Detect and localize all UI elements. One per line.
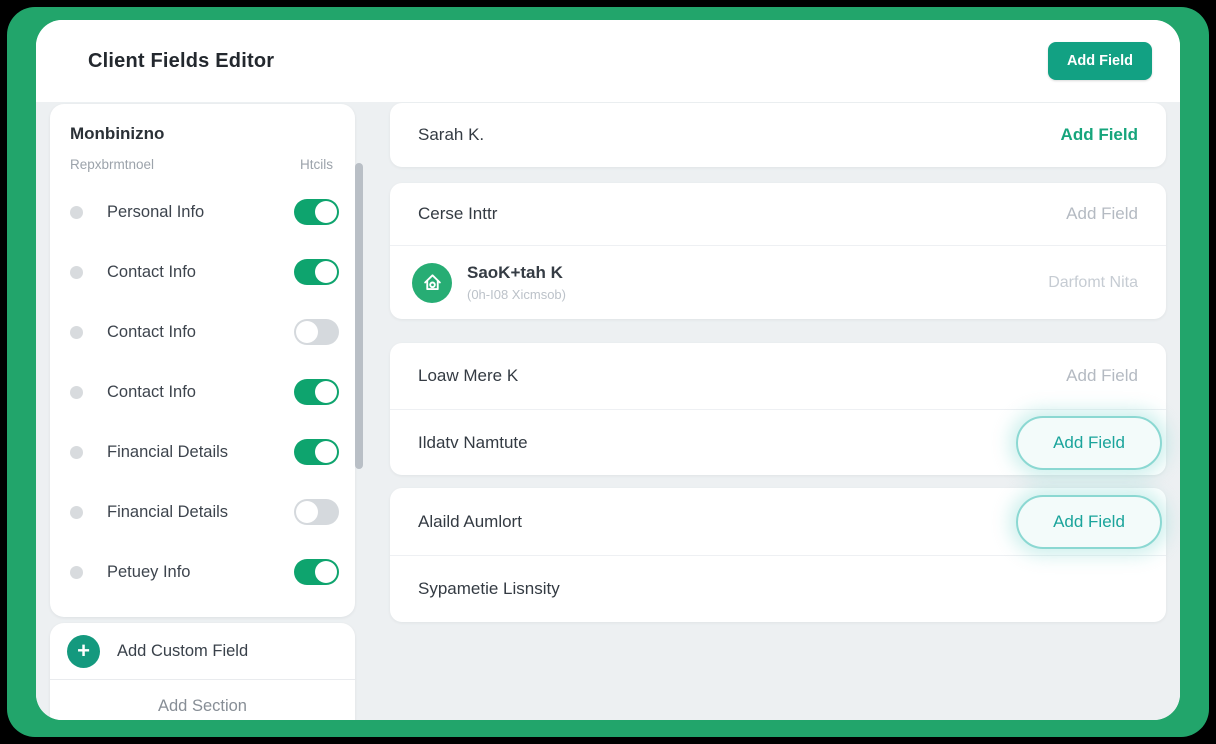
sections-panel: Monbinizno Repxbrmtnoel Htcils Personal …: [50, 104, 355, 617]
toggle-contact-info-2[interactable]: [294, 319, 339, 345]
field-label-group: SaoK+tah K (0h-I08 Xicmsob): [467, 263, 1048, 302]
field-row: Cerse Inttr Add Field: [390, 183, 1166, 245]
drag-handle-icon[interactable]: [70, 206, 83, 219]
sidebar-item-contact-info[interactable]: Contact Info: [70, 302, 339, 362]
drag-handle-icon[interactable]: [70, 326, 83, 339]
field-label: Ildatv Namtute: [418, 433, 1016, 453]
add-field-button[interactable]: Add Field: [1048, 42, 1152, 80]
field-row: Ildatv Namtute Add Field: [390, 409, 1166, 475]
field-label: Loaw Mere K: [418, 366, 1066, 386]
sidebar-item-label: Contact Info: [107, 383, 294, 402]
field-card: Loaw Mere K Add Field Ildatv Namtute Add…: [390, 343, 1166, 475]
drag-handle-icon[interactable]: [70, 446, 83, 459]
sidebar-scrollbar[interactable]: [355, 163, 363, 469]
toggle-personal-info[interactable]: [294, 199, 339, 225]
plus-icon: +: [67, 635, 100, 668]
field-label: Sypametie Lisnsity: [418, 579, 1138, 599]
add-field-link[interactable]: Add Field: [1066, 204, 1138, 224]
toggle-knob: [315, 561, 337, 583]
field-row: SaoK+tah K (0h-I08 Xicmsob) Darfomt Nita: [390, 245, 1166, 319]
toggle-knob: [315, 261, 337, 283]
field-value-text: Darfomt Nita: [1048, 274, 1138, 292]
field-row: Sypametie Lisnsity: [390, 555, 1166, 622]
sidebar-item-petuey-info[interactable]: Petuey Info: [70, 542, 339, 602]
sections-col-right: Htcils: [300, 157, 333, 172]
add-field-link[interactable]: Add Field: [1061, 125, 1138, 145]
editor-body: Monbinizno Repxbrmtnoel Htcils Personal …: [36, 102, 1180, 720]
toggle-petuey-info[interactable]: [294, 559, 339, 585]
sidebar-item-label: Financial Details: [107, 503, 294, 522]
sidebar-item-financial-details[interactable]: Financial Details: [70, 482, 339, 542]
field-row: Alaild Aumlort Add Field: [390, 488, 1166, 555]
field-label: Cerse Inttr: [418, 204, 1066, 224]
field-row: Sarah K. Add Field: [390, 103, 1166, 167]
add-field-link[interactable]: Add Field: [1066, 366, 1138, 386]
toggle-financial-details-2[interactable]: [294, 499, 339, 525]
add-custom-field-label: Add Custom Field: [117, 642, 248, 661]
add-field-pill-button[interactable]: Add Field: [1016, 495, 1162, 549]
add-field-pill-button[interactable]: Add Field: [1016, 416, 1162, 470]
field-sublabel: (0h-I08 Xicmsob): [467, 287, 1048, 302]
sidebar-item-personal-info[interactable]: Personal Info: [70, 182, 339, 242]
field-card: Cerse Inttr Add Field SaoK+tah K: [390, 183, 1166, 319]
toggle-contact-info-3[interactable]: [294, 379, 339, 405]
sidebar-item-financial-details[interactable]: Financial Details: [70, 422, 339, 482]
toggle-knob: [296, 501, 318, 523]
drag-handle-icon[interactable]: [70, 506, 83, 519]
page-title: Client Fields Editor: [88, 50, 274, 73]
toggle-knob: [296, 321, 318, 343]
sidebar-footer-panel: + Add Custom Field Add Section: [50, 623, 355, 720]
drag-handle-icon[interactable]: [70, 266, 83, 279]
sections-column-headers: Repxbrmtnoel Htcils: [70, 157, 339, 172]
sidebar-item-label: Petuey Info: [107, 563, 294, 582]
sidebar-item-contact-info[interactable]: Contact Info: [70, 242, 339, 302]
fields-column: Sarah K. Add Field Cerse Inttr Add Field: [390, 103, 1166, 622]
sidebar-item-label: Financial Details: [107, 443, 294, 462]
sections-list: Personal Info Contact Info Contact Info: [70, 182, 339, 602]
field-card: Sarah K. Add Field: [390, 103, 1166, 167]
add-custom-field-button[interactable]: + Add Custom Field: [50, 623, 355, 680]
sections-col-left: Repxbrmtnoel: [70, 157, 154, 172]
toggle-financial-details-1[interactable]: [294, 439, 339, 465]
sidebar-item-label: Contact Info: [107, 323, 294, 342]
toggle-knob: [315, 201, 337, 223]
house-icon: [412, 263, 452, 303]
sections-panel-title: Monbinizno: [70, 124, 339, 144]
toggle-knob: [315, 441, 337, 463]
client-fields-editor-window: Client Fields Editor Add Field Monbinizn…: [36, 20, 1180, 720]
sidebar-item-label: Contact Info: [107, 263, 294, 282]
app-background: Client Fields Editor Add Field Monbinizn…: [7, 7, 1209, 737]
drag-handle-icon[interactable]: [70, 566, 83, 579]
field-label: Alaild Aumlort: [418, 512, 1016, 532]
sidebar-item-label: Personal Info: [107, 203, 294, 222]
drag-handle-icon[interactable]: [70, 386, 83, 399]
field-card: Alaild Aumlort Add Field Sypametie Lisns…: [390, 488, 1166, 622]
toggle-contact-info-1[interactable]: [294, 259, 339, 285]
window-header: Client Fields Editor Add Field: [36, 20, 1180, 102]
add-section-button[interactable]: Add Section: [50, 680, 355, 720]
field-label: Sarah K.: [418, 125, 1061, 145]
field-label: SaoK+tah K: [467, 263, 1048, 283]
toggle-knob: [315, 381, 337, 403]
sidebar-item-contact-info[interactable]: Contact Info: [70, 362, 339, 422]
field-row: Loaw Mere K Add Field: [390, 343, 1166, 409]
